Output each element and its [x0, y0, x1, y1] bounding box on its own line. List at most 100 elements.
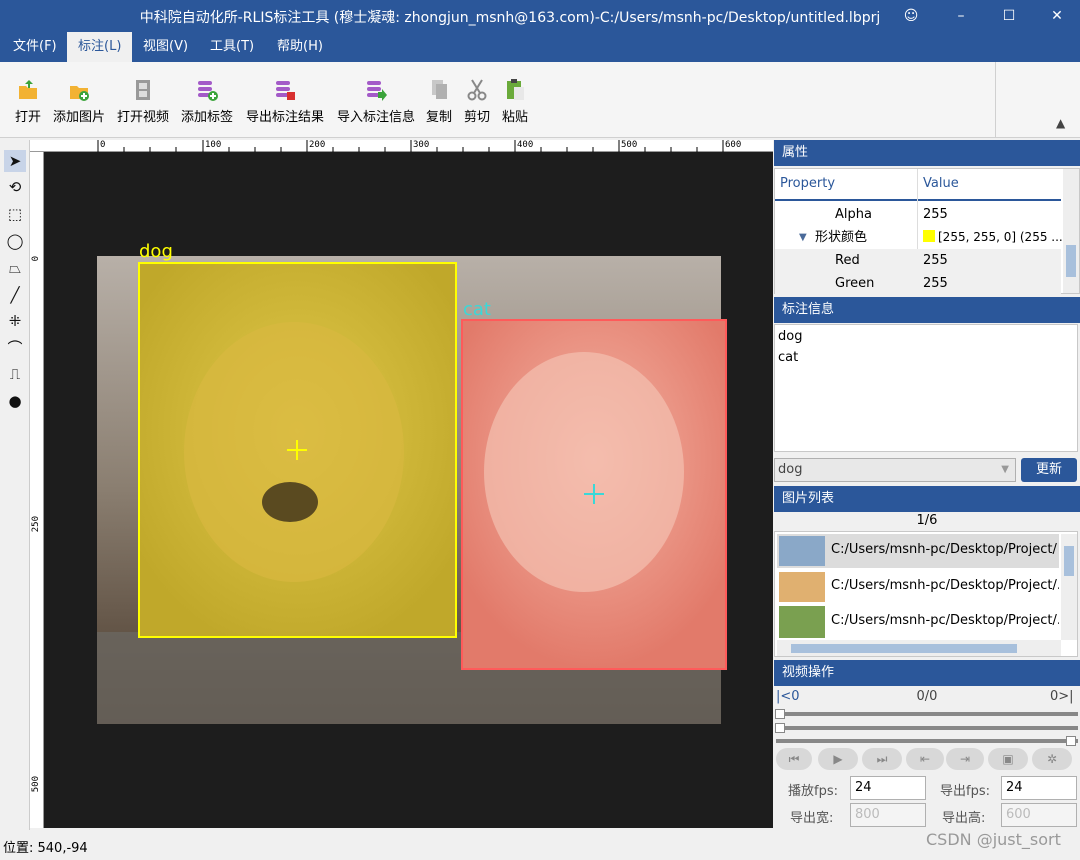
rotate-tool-icon[interactable]: ⟲ — [4, 176, 26, 198]
close-button[interactable]: ✕ — [1032, 0, 1080, 32]
thumbnail — [779, 536, 825, 566]
menu-annotate[interactable]: 标注(L) — [67, 32, 133, 62]
image-canvas[interactable]: dog cat — [44, 152, 773, 828]
open-video-label: 打开视频 — [116, 110, 169, 125]
play-fps-input[interactable]: 24 — [850, 776, 926, 800]
red-name: Red — [835, 253, 860, 268]
menu-view[interactable]: 视图(V) — [132, 32, 199, 62]
export-results-button[interactable]: 导出标注结果 — [242, 74, 328, 132]
value-header[interactable]: Value — [923, 176, 959, 191]
settings-icon[interactable]: ✲ — [1032, 748, 1072, 770]
chevron-down-icon: ▼ — [1001, 464, 1009, 475]
expand-arrow-icon[interactable]: ▼ — [799, 226, 807, 249]
line-tool-icon[interactable]: ╱ — [4, 284, 26, 306]
rectangle-tool-icon[interactable]: ⬚ — [4, 203, 26, 225]
export-icon — [276, 81, 295, 100]
range-start-handle[interactable] — [775, 723, 785, 733]
list-item[interactable]: cat — [778, 350, 798, 365]
open-video-button[interactable]: 打开视频 — [114, 74, 172, 132]
cut-button[interactable]: 剪切 — [460, 74, 494, 132]
export-fps-value: 24 — [1006, 780, 1023, 795]
scissors-icon — [467, 79, 487, 101]
properties-table: Property Value Alpha 255 ▼ 形状颜色 [255, 25… — [774, 168, 1080, 295]
timeline-handle[interactable] — [775, 709, 785, 719]
ruler-label: 250 — [31, 516, 41, 533]
video-panel-title: 视频操作 — [774, 660, 1080, 686]
emoji-icon[interactable]: ☺ — [886, 0, 936, 32]
paste-button[interactable]: 粘贴 — [498, 74, 532, 132]
watermark: CSDN @just_sort — [926, 830, 1061, 849]
copy-button[interactable]: 复制 — [422, 74, 456, 132]
range-end-slider[interactable] — [776, 739, 1078, 743]
select-tool-icon[interactable]: ➤ — [4, 150, 26, 172]
add-label-button[interactable]: 添加标签 — [178, 74, 236, 132]
thumbnail — [779, 572, 825, 602]
alpha-value[interactable]: 255 — [923, 203, 948, 226]
export-video-icon[interactable]: ▣ — [988, 748, 1028, 770]
thumbnail — [779, 606, 825, 638]
add-image-label: 添加图片 — [52, 110, 105, 125]
green-value[interactable]: 255 — [923, 272, 948, 295]
properties-scrollbar[interactable] — [1063, 169, 1079, 293]
green-name: Green — [835, 276, 875, 291]
export-results-label: 导出标注结果 — [245, 110, 324, 125]
first-frame-icon[interactable]: ⏮ — [776, 748, 812, 770]
dog-nose — [262, 482, 318, 522]
end-marker[interactable]: 0>| — [1050, 689, 1074, 704]
add-label-icon — [198, 81, 218, 101]
export-height-value: 600 — [1006, 807, 1031, 822]
property-header[interactable]: Property — [780, 176, 835, 191]
range-end-handle[interactable] — [1066, 736, 1076, 746]
toolbar-divider — [995, 62, 996, 138]
import-info-label: 导入标注信息 — [336, 110, 415, 125]
export-width-input[interactable]: 800 — [850, 803, 926, 827]
list-item[interactable]: dog — [778, 329, 802, 344]
export-fps-input[interactable]: 24 — [1001, 776, 1077, 800]
dog-annotation-label: dog — [139, 241, 173, 262]
menu-file[interactable]: 文件(F) — [2, 32, 68, 62]
horizontal-scrollbar[interactable] — [777, 640, 1061, 656]
add-point-tool-icon[interactable]: ● — [4, 390, 26, 412]
ellipse-tool-icon[interactable]: ◯ — [4, 230, 26, 252]
vertical-scrollbar[interactable] — [1061, 534, 1077, 640]
timeline-slider[interactable] — [776, 712, 1078, 716]
polygon-tool-icon[interactable]: ⏢ — [4, 257, 26, 279]
range-start-icon[interactable]: ⇤ — [906, 748, 944, 770]
polyline-tool-icon[interactable]: ⎍ — [4, 363, 26, 385]
minimize-button[interactable]: – — [936, 0, 986, 32]
maximize-button[interactable]: ☐ — [984, 0, 1034, 32]
alpha-name: Alpha — [835, 207, 872, 222]
export-fps-label: 导出fps: — [940, 784, 990, 799]
horizontal-ruler-ticks — [97, 140, 724, 152]
label-select[interactable]: dog ▼ — [774, 458, 1016, 482]
menu-tools[interactable]: 工具(T) — [199, 32, 265, 62]
curve-tool-icon[interactable]: ⌒ — [4, 337, 26, 359]
play-fps-value: 24 — [855, 780, 872, 795]
ruler-label: 600 — [725, 140, 742, 150]
shape-color-value[interactable]: [255, 255, 0] (255 ... — [938, 226, 1063, 249]
export-height-input[interactable]: 600 — [1001, 803, 1077, 827]
horizontal-ruler: 0 100 200 300 400 500 600 — [30, 140, 773, 152]
last-frame-icon[interactable]: ⏭ — [862, 748, 902, 770]
image-path[interactable]: C:/Users/msnh-pc/Desktop/Project/. — [831, 613, 1059, 628]
image-path[interactable]: C:/Users/msnh-pc/Desktop/Project/ — [831, 542, 1059, 557]
image-path[interactable]: C:/Users/msnh-pc/Desktop/Project/. — [831, 578, 1059, 593]
range-end-icon[interactable]: ⇥ — [946, 748, 984, 770]
range-start-slider[interactable] — [776, 726, 1078, 730]
image-list: C:/Users/msnh-pc/Desktop/Project/ C:/Use… — [774, 531, 1078, 657]
open-button[interactable]: 打开 — [8, 74, 48, 132]
ruler-label: 300 — [413, 140, 430, 150]
keypoints-tool-icon[interactable]: ⁜ — [4, 310, 26, 332]
red-value[interactable]: 255 — [923, 249, 948, 272]
play-icon[interactable]: ▶ — [818, 748, 858, 770]
cut-label: 剪切 — [463, 110, 490, 125]
cursor-position: 位置: 540,-94 — [3, 841, 88, 856]
frame-counter: 0/0 — [916, 689, 938, 704]
import-info-button[interactable]: 导入标注信息 — [334, 74, 418, 132]
ruler-label: 0 — [31, 256, 41, 262]
update-button[interactable]: 更新 — [1021, 458, 1077, 482]
add-image-button[interactable]: 添加图片 — [50, 74, 108, 132]
ruler-label: 200 — [309, 140, 326, 150]
collapse-ribbon-icon[interactable]: ▲ — [1056, 116, 1065, 130]
menu-help[interactable]: 帮助(H) — [266, 32, 334, 62]
